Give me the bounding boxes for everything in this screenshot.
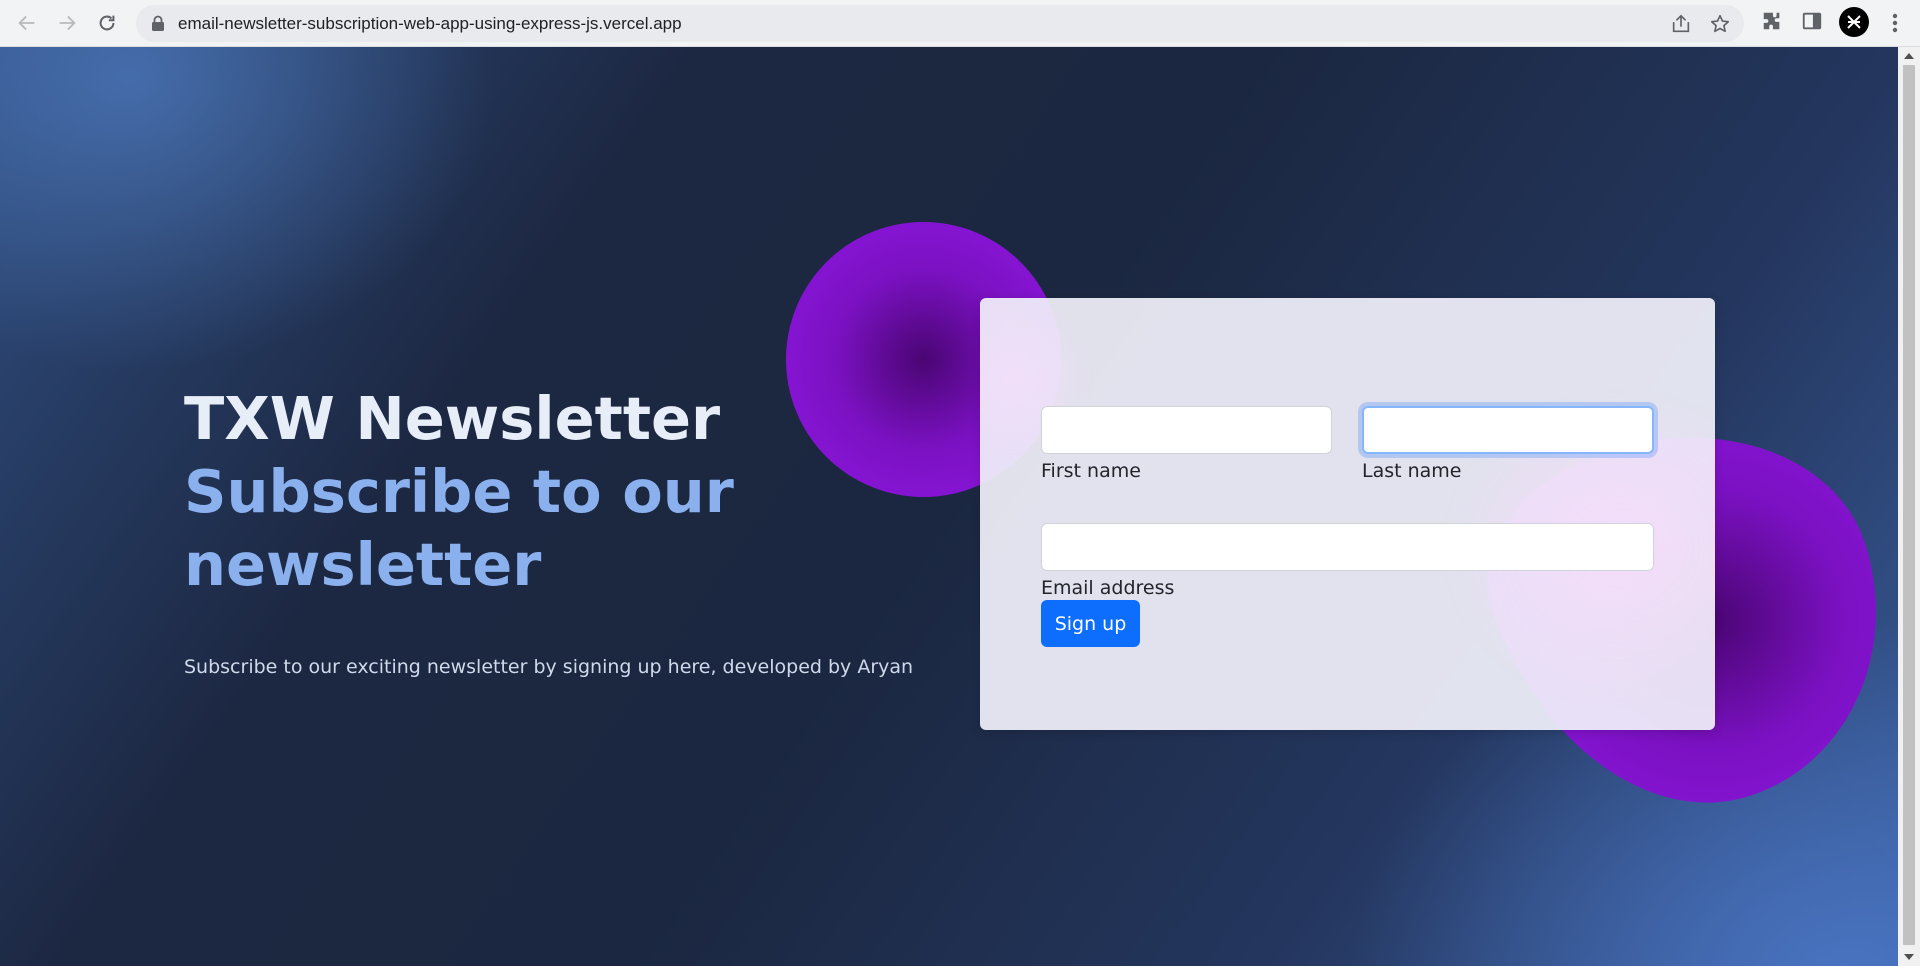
side-panel-icon[interactable]: [1801, 10, 1823, 32]
page-scrollbar[interactable]: [1898, 47, 1920, 966]
first-name-input[interactable]: [1041, 406, 1332, 454]
last-name-input[interactable]: [1362, 406, 1654, 454]
last-name-group: Last name: [1362, 406, 1654, 482]
forward-arrow-icon[interactable]: [53, 9, 81, 37]
last-name-label: Last name: [1362, 460, 1462, 482]
browser-toolbar: email-newsletter-subscription-web-app-us…: [0, 0, 1920, 47]
email-input[interactable]: [1041, 523, 1654, 571]
address-bar[interactable]: email-newsletter-subscription-web-app-us…: [136, 5, 1744, 42]
profile-logo-icon: [1847, 15, 1861, 29]
star-icon[interactable]: [1709, 13, 1731, 35]
scrollbar-thumb[interactable]: [1903, 65, 1915, 945]
page-viewport: TXW Newsletter Subscribe to our newslett…: [0, 47, 1898, 966]
card-glow: [980, 298, 1715, 730]
reload-icon[interactable]: [93, 9, 121, 37]
hero-description: Subscribe to our exciting newsletter by …: [184, 656, 914, 678]
share-icon[interactable]: [1670, 13, 1692, 35]
lock-icon[interactable]: [150, 15, 166, 32]
hero-subtitle: Subscribe to our newsletter: [184, 457, 734, 599]
hero-heading: TXW Newsletter Subscribe to our newslett…: [184, 382, 884, 601]
site-title: TXW Newsletter: [184, 384, 721, 453]
more-menu-icon[interactable]: [1884, 10, 1906, 36]
url-text[interactable]: email-newsletter-subscription-web-app-us…: [178, 14, 682, 34]
back-arrow-icon[interactable]: [13, 9, 41, 37]
sign-up-button[interactable]: Sign up: [1041, 600, 1140, 647]
email-label: Email address: [1041, 577, 1175, 599]
email-group: Email address: [1041, 523, 1654, 599]
scroll-up-arrow-icon[interactable]: [1904, 53, 1914, 59]
signup-form-card: First name Last name Email address Sign …: [980, 298, 1715, 730]
scroll-down-arrow-icon[interactable]: [1904, 954, 1914, 960]
first-name-group: First name: [1041, 406, 1332, 482]
profile-avatar[interactable]: [1839, 7, 1869, 37]
first-name-label: First name: [1041, 460, 1141, 482]
extensions-icon[interactable]: [1761, 10, 1783, 32]
